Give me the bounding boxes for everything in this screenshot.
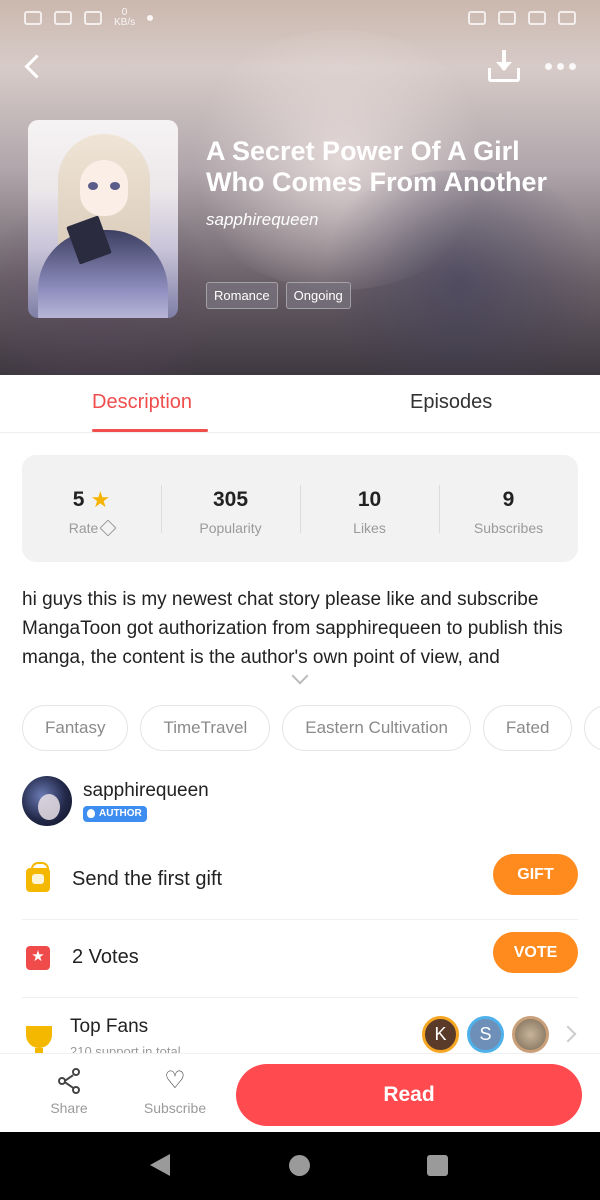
genre-chip-fantasy[interactable]: Fantasy	[22, 705, 129, 751]
hero-header: 0 KB/s A Secret Power Of A Girl Who Come…	[0, 0, 600, 375]
nav-home-icon[interactable]	[289, 1155, 310, 1176]
stats-card: 5 ★ Rate 305 Popularity 10 Likes 9 Subscr…	[22, 455, 578, 562]
genre-chip-eastern-cultivation[interactable]: Eastern Cultivation	[282, 705, 471, 751]
genre-chip-fated[interactable]: Fated	[482, 705, 573, 751]
stat-subscribes: 9 Subscribes	[439, 455, 578, 562]
data-icon	[54, 11, 72, 25]
subscribe-button[interactable]: ♡ Subscribe	[140, 1064, 210, 1117]
book-tags: Romance Ongoing	[206, 282, 351, 309]
book-author[interactable]: sapphirequeen	[206, 210, 318, 230]
author-badge: AUTHOR	[83, 806, 147, 822]
fan-avatars: K S	[422, 1016, 549, 1053]
genre-chips: Fantasy TimeTravel Eastern Cultivation F…	[22, 705, 600, 751]
fan-avatar[interactable]: K	[422, 1016, 459, 1053]
chevron-right-icon[interactable]	[559, 1025, 577, 1043]
author-row[interactable]: sapphirequeen AUTHOR	[22, 776, 578, 828]
share-label: Share	[50, 1100, 88, 1116]
download-icon[interactable]	[484, 48, 524, 86]
rate-value: 5	[72, 488, 85, 511]
net-speed: 0 KB/s	[114, 8, 135, 28]
votes-label: 2 Votes	[72, 946, 139, 968]
tab-episodes[interactable]: Episodes	[410, 391, 492, 414]
genre-chip-timetravel[interactable]: TimeTravel	[140, 705, 271, 751]
description-text[interactable]: hi guys this is my newest chat story ple…	[22, 585, 578, 672]
subscribes-value: 9	[502, 488, 515, 511]
likes-label: Likes	[353, 520, 386, 536]
divider	[22, 997, 578, 998]
vote-button[interactable]: VOTE	[493, 932, 578, 973]
chevron-down-icon[interactable]	[291, 670, 307, 686]
signal-icon	[24, 11, 42, 25]
fan-avatar[interactable]: S	[467, 1016, 504, 1053]
trophy-icon	[26, 1026, 52, 1054]
cell-signal-icon	[528, 11, 546, 25]
star-icon: ★	[90, 487, 111, 512]
share-icon	[56, 1068, 82, 1094]
vote-row[interactable]: 2 Votes VOTE	[22, 920, 578, 998]
stat-popularity: 305 Popularity	[161, 455, 300, 562]
more-icon[interactable]	[540, 58, 580, 74]
alarm-icon	[468, 11, 486, 25]
system-nav-bar	[0, 1132, 600, 1200]
cover-image[interactable]	[28, 120, 178, 318]
status-bar: 0 KB/s	[0, 0, 600, 36]
share-button[interactable]: Share	[34, 1064, 104, 1116]
net-speed-unit: KB/s	[114, 17, 136, 28]
avatar[interactable]	[22, 776, 72, 826]
stat-rate[interactable]: 5 ★ Rate	[22, 455, 161, 562]
popularity-label: Popularity	[199, 520, 262, 536]
gift-row[interactable]: Send the first gift GIFT	[22, 842, 578, 920]
tag-romance[interactable]: Romance	[206, 282, 278, 309]
heart-plus-icon: ♡	[164, 1067, 186, 1094]
notification-dot-icon	[147, 15, 154, 21]
gift-button[interactable]: GIFT	[493, 854, 578, 895]
gift-icon	[26, 862, 50, 892]
bottom-action-bar: Share ♡ Subscribe Read	[0, 1053, 600, 1132]
subscribes-label: Subscribes	[473, 520, 544, 536]
genre-chip-partial[interactable]	[584, 705, 600, 751]
stat-likes: 10 Likes	[300, 455, 439, 562]
likes-value: 10	[357, 488, 382, 511]
nav-back-icon[interactable]	[150, 1154, 170, 1176]
top-fans-row[interactable]: Top Fans 210 support in total K S	[22, 1000, 578, 1060]
pencil-icon	[99, 519, 117, 537]
tab-indicator	[92, 429, 208, 432]
gift-label: Send the first gift	[72, 868, 223, 890]
video-icon	[84, 11, 102, 25]
rate-label: Rate	[68, 520, 99, 536]
vibrate-icon	[498, 11, 516, 25]
subscribe-label: Subscribe	[143, 1100, 207, 1116]
fan-avatar[interactable]	[512, 1016, 549, 1053]
back-icon[interactable]	[18, 50, 50, 82]
popularity-value: 305	[212, 488, 249, 511]
nav-recents-icon[interactable]	[427, 1155, 448, 1176]
tab-description[interactable]: Description	[92, 391, 192, 414]
battery-icon	[558, 11, 576, 25]
read-button[interactable]: Read	[236, 1064, 582, 1126]
author-name[interactable]: sapphirequeen	[83, 780, 209, 802]
top-bar	[0, 42, 600, 90]
tab-bar: Description Episodes	[0, 375, 600, 433]
book-title: A Secret Power Of A Girl Who Comes From …	[206, 136, 547, 197]
tag-ongoing: Ongoing	[285, 282, 351, 309]
top-fans-title: Top Fans	[70, 1016, 149, 1037]
vote-icon	[26, 946, 50, 970]
